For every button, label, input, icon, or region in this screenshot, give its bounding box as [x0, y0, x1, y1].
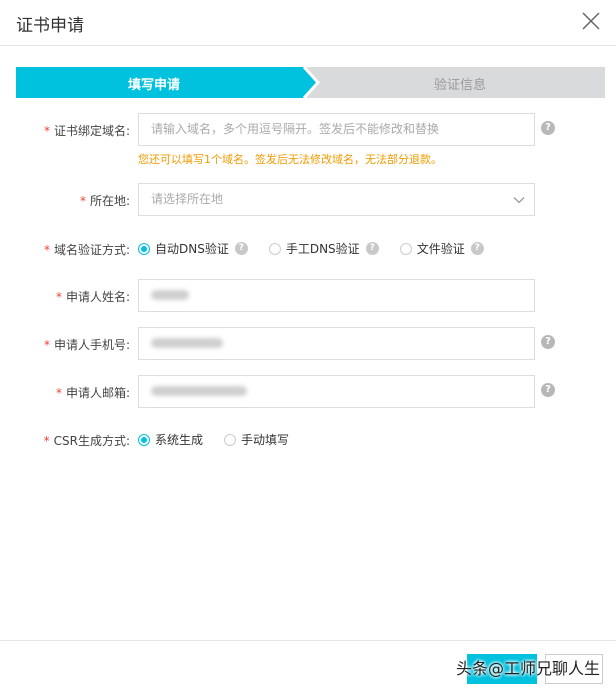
location-placeholder: 请选择所在地 [151, 192, 224, 206]
next-button[interactable] [467, 654, 537, 684]
phone-input[interactable] [138, 327, 535, 360]
csr-label: * CSR生成方式: [43, 434, 130, 448]
domain-label: * 证书绑定域名: [43, 124, 130, 138]
domain-help-icon[interactable]: ? [541, 121, 555, 135]
redacted-phone [151, 337, 223, 348]
phone-label: * 申请人手机号: [43, 338, 130, 352]
domain-notice: 您还可以填写1个域名。签发后无法修改域名，无法部分退款。 [138, 153, 442, 166]
verify-radio-group: 自动DNS验证 ? 手工DNS验证 ? 文件验证 ? [138, 240, 484, 257]
dialog-header: 证书申请 [0, 0, 616, 46]
location-label: * 所在地: [79, 194, 130, 208]
radio-file[interactable]: 文件验证 ? [399, 240, 484, 257]
phone-help-icon[interactable]: ? [541, 335, 555, 349]
radio-csr-manual-circle[interactable] [224, 433, 237, 446]
redacted-email [151, 385, 247, 396]
cancel-button[interactable] [545, 654, 603, 684]
verify-label: * 域名验证方式: [43, 243, 130, 257]
radio-auto-dns-circle[interactable] [138, 242, 150, 255]
radio-manual-dns-label: 手工DNS验证 [285, 242, 360, 256]
location-select[interactable]: 请选择所在地 [138, 183, 535, 216]
radio-csr-system-label: 系统生成 [155, 433, 204, 447]
chevron-down-icon [513, 197, 525, 204]
dialog-title: 证书申请 [16, 16, 84, 36]
radio-csr-system[interactable]: 系统生成 [138, 431, 203, 448]
close-icon[interactable] [580, 10, 602, 32]
radio-manual-dns-circle[interactable] [268, 242, 281, 255]
applicant-name-input[interactable] [138, 279, 535, 312]
radio-file-label: 文件验证 [416, 242, 465, 256]
email-label: * 申请人邮箱: [55, 386, 130, 400]
step-progress: 填写申请 验证信息 [16, 67, 605, 98]
manual-dns-help-icon[interactable]: ? [365, 242, 379, 255]
radio-auto-dns[interactable]: 自动DNS验证 ? [138, 240, 248, 257]
step-fill-application: 填写申请 [128, 78, 181, 93]
step-verify-info: 验证信息 [434, 78, 487, 93]
csr-radio-group: 系统生成 手动填写 [138, 431, 289, 448]
radio-csr-manual[interactable]: 手动填写 [224, 431, 289, 448]
auto-dns-help-icon[interactable]: ? [234, 242, 248, 255]
radio-auto-dns-label: 自动DNS验证 [155, 242, 229, 256]
redacted-name [151, 289, 189, 300]
radio-csr-system-circle[interactable] [138, 433, 150, 446]
applicant-name-label: * 申请人姓名: [55, 290, 130, 304]
radio-manual-dns[interactable]: 手工DNS验证 ? [268, 240, 379, 257]
email-help-icon[interactable]: ? [541, 383, 555, 397]
radio-csr-manual-label: 手动填写 [241, 433, 290, 447]
file-help-icon[interactable]: ? [470, 242, 484, 255]
domain-input[interactable]: 请输入域名，多个用逗号隔开。签发后不能修改和替换 [138, 113, 535, 146]
radio-file-circle[interactable] [399, 242, 412, 255]
email-input[interactable] [138, 375, 535, 408]
